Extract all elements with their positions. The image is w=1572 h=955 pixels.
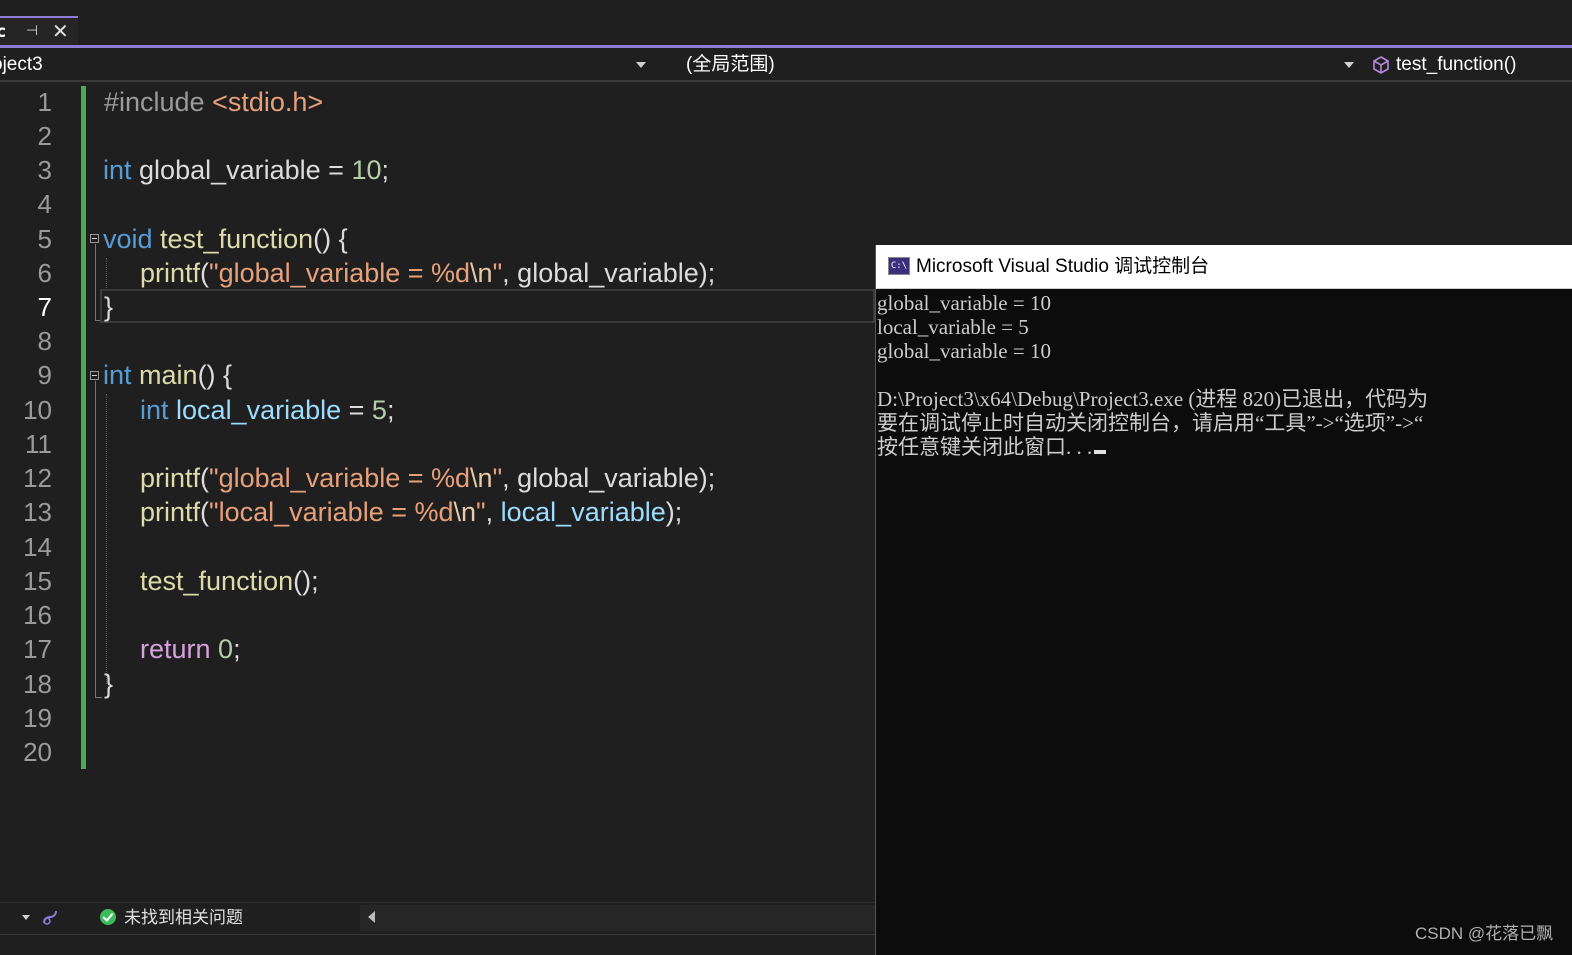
code-line-18: } — [104, 669, 114, 699]
collapse-icon[interactable] — [90, 234, 99, 243]
console-prompt-text: 按任意键关闭此窗口. . . — [877, 435, 1093, 459]
line-number: 19 — [23, 703, 52, 733]
project-dropdown-label: oject3 — [0, 54, 43, 75]
member-dropdown[interactable]: test_function() — [1366, 50, 1572, 80]
code-line-9: int main() { — [103, 360, 233, 390]
code-line-3: int global_variable = 10; — [103, 155, 390, 185]
line-number: 16 — [23, 600, 52, 630]
fold-line — [95, 244, 96, 320]
line-number: 5 — [37, 224, 52, 254]
code-line-15: test_function(); — [140, 566, 319, 596]
cube-icon — [1373, 56, 1389, 74]
console-line: D:\Project3\x64\Debug\Project3.exe (进程 8… — [877, 387, 1429, 411]
navigation-bar: oject3 (全局范围) test_function() — [0, 48, 1572, 82]
tab-label: c — [0, 22, 7, 42]
line-number: 18 — [23, 669, 52, 699]
console-title-bar[interactable]: C:\ Microsoft Visual Studio 调试控制台 — [876, 245, 1572, 289]
chevron-down-icon[interactable] — [636, 62, 646, 68]
chevron-down-icon[interactable] — [1344, 62, 1354, 68]
line-number: 1 — [37, 87, 52, 117]
console-line: local_variable = 5 — [877, 315, 1029, 339]
code-editor[interactable]: 1 2 3 4 5 6 7 8 9 10 11 12 13 14 15 16 1… — [0, 84, 875, 902]
code-line-5: void test_function() { — [103, 224, 348, 254]
line-number: 13 — [23, 497, 52, 527]
console-line: 要在调试停止时自动关闭控制台，请启用“工具”->“选项”->“ — [877, 411, 1424, 435]
code-line-7: } — [104, 292, 114, 322]
bottom-panel-edge — [0, 934, 875, 955]
line-number: 6 — [37, 258, 52, 288]
code-line-10: int local_variable = 5; — [140, 395, 395, 425]
console-line: global_variable = 10 — [877, 339, 1051, 363]
line-number: 4 — [37, 189, 52, 219]
console-title: Microsoft Visual Studio 调试控制台 — [916, 256, 1210, 277]
scroll-left-icon[interactable] — [368, 911, 375, 923]
tab-source-file[interactable]: c ⊣ ✕ — [0, 16, 78, 46]
pin-icon[interactable]: ⊣ — [26, 23, 38, 39]
line-number: 14 — [23, 532, 52, 562]
scope-dropdown-label: (全局范围) — [686, 54, 775, 75]
line-number: 3 — [37, 155, 52, 185]
fold-end — [95, 697, 102, 698]
chevron-down-icon[interactable] — [22, 915, 30, 920]
line-number: 8 — [37, 326, 52, 356]
line-number: 2 — [37, 121, 52, 151]
close-icon[interactable]: ✕ — [52, 20, 69, 42]
tab-strip: c ⊣ ✕ — [0, 0, 1572, 46]
indent-guide — [106, 258, 107, 288]
line-number: 20 — [23, 737, 52, 767]
issues-status: 未找到相关问题 — [124, 908, 243, 928]
code-line-12: printf("global_variable = %d\n", global_… — [140, 463, 716, 493]
code-line-13: printf("local_variable = %d\n", local_va… — [140, 497, 683, 527]
horizontal-scrollbar[interactable] — [360, 905, 875, 931]
change-tracking-bar — [81, 86, 86, 769]
visual-studio-window: c ⊣ ✕ oject3 (全局范围) test_function() 1 2 — [0, 0, 1572, 955]
code-line-1: #include <stdio.h> — [104, 87, 324, 117]
line-number-active: 7 — [37, 292, 52, 322]
code-line-17: return 0; — [140, 634, 241, 664]
scope-dropdown[interactable]: (全局范围) — [656, 50, 1364, 80]
line-number: 17 — [23, 634, 52, 664]
line-number: 15 — [23, 566, 52, 596]
console-line: global_variable = 10 — [877, 291, 1051, 315]
console-app-icon: C:\ — [888, 257, 910, 275]
line-number: 11 — [25, 429, 52, 459]
watermark: CSDN @花落已飘 — [1415, 924, 1554, 943]
line-number: 9 — [37, 360, 52, 390]
indent-guide — [106, 394, 107, 684]
check-circle-icon — [100, 909, 116, 925]
console-line-prompt: 按任意键关闭此窗口. . . — [877, 435, 1107, 459]
line-number-gutter: 1 2 3 4 5 6 7 8 9 10 11 12 13 14 15 16 1… — [0, 84, 60, 902]
member-dropdown-label: test_function() — [1396, 54, 1517, 75]
current-line-highlight — [100, 289, 875, 323]
editor-status-bar: 未找到相关问题 — [0, 902, 875, 933]
project-dropdown[interactable]: oject3 — [0, 50, 650, 80]
text-cursor — [1094, 450, 1107, 454]
debug-console-window[interactable]: C:\ Microsoft Visual Studio 调试控制台 global… — [875, 245, 1572, 955]
fold-line — [95, 381, 96, 697]
collapse-icon[interactable] — [90, 371, 99, 380]
brush-icon[interactable] — [40, 907, 60, 927]
line-number: 12 — [23, 463, 52, 493]
code-line-6: printf("global_variable = %d\n", global_… — [140, 258, 716, 288]
line-number: 10 — [23, 395, 52, 425]
